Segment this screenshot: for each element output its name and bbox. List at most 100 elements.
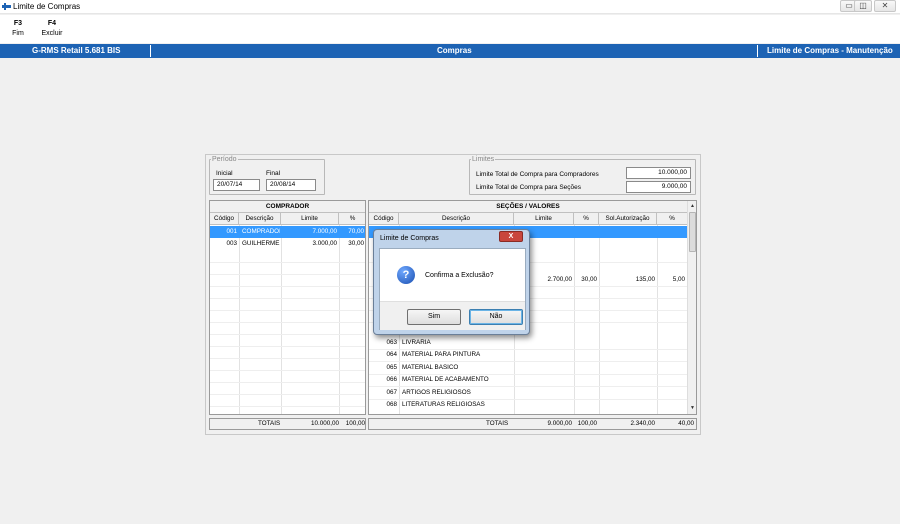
col-codigo[interactable]: Código [369, 213, 399, 225]
fkey-excluir[interactable]: F4 Excluir [38, 20, 66, 37]
col-pct[interactable]: % [339, 213, 365, 225]
totals-limite: 9.000,00 [547, 420, 572, 427]
row-line [210, 322, 365, 323]
banner-divider [757, 45, 758, 57]
col-limite[interactable]: Limite [281, 213, 339, 225]
fkey-label: Excluir [41, 30, 63, 37]
row-line [210, 346, 365, 347]
totals-pct2: 40,00 [678, 420, 694, 427]
question-icon: ? [397, 266, 415, 284]
inicial-label: Inicial [216, 170, 233, 177]
col-pct[interactable]: % [574, 213, 599, 225]
row-line [210, 394, 365, 395]
col-descricao[interactable]: Descrição [239, 213, 281, 225]
col-codigo[interactable]: Código [210, 213, 239, 225]
cell-descricao: COMPRADOR [242, 228, 280, 235]
cell-sol: 135,00 [635, 276, 655, 283]
row-line [210, 298, 365, 299]
limite-secoes-field[interactable]: 9.000,00 [626, 181, 691, 193]
cell-pct: 30,00 [348, 240, 364, 247]
scroll-down-icon[interactable]: ▼ [688, 404, 696, 413]
dialog-body: ? Confirma a Exclusão? Sim Não [379, 248, 526, 330]
final-date-field[interactable]: 20/08/14 [266, 179, 316, 191]
cell-codigo: 063 [386, 339, 397, 346]
grid-line [281, 225, 282, 414]
table-row[interactable]: 063 LIVRARIA [369, 337, 687, 349]
title-bar: Limite de Compras ▭ ◫ ✕ [0, 0, 900, 14]
vertical-scrollbar[interactable]: ▲ ▼ [687, 201, 696, 414]
close-window-button[interactable]: ✕ [874, 0, 896, 12]
cell-codigo: 001 [226, 228, 237, 235]
table-row[interactable]: 067 ARTIGOS RELIGIOSOS [369, 387, 687, 399]
fkey-code: F3 [13, 20, 23, 27]
table-row[interactable]: 001 COMPRADOR 7.000,00 70,00 [210, 226, 365, 238]
row-line [369, 361, 687, 362]
periodo-legend: Período [212, 156, 237, 163]
comprador-grid-title: COMPRADOR [210, 201, 365, 213]
banner-divider [150, 45, 151, 57]
cell-descricao: ARTIGOS RELIGIOSOS [402, 389, 471, 396]
grid-line [239, 225, 240, 414]
row-line [210, 358, 365, 359]
row-line [210, 274, 365, 275]
table-row[interactable]: 064 MATERIAL PARA PINTURA [369, 349, 687, 361]
totals-label: TOTAIS [258, 420, 281, 427]
grid-line [339, 225, 340, 414]
row-line [210, 370, 365, 371]
window-title: Limite de Compras [13, 2, 81, 11]
col-limite[interactable]: Limite [514, 213, 574, 225]
comprador-totals: TOTAIS 10.000,00 100,00 [209, 418, 366, 430]
sim-button[interactable]: Sim [407, 309, 461, 325]
close-icon: X [508, 233, 514, 240]
col-descricao[interactable]: Descrição [399, 213, 514, 225]
minimize-icon: ▭ [845, 1, 853, 10]
table-row[interactable]: 068 LITERATURAS RELIGIOSAS [369, 399, 687, 411]
limite-compradores-field[interactable]: 10.000,00 [626, 167, 691, 179]
totals-sol: 2.340,00 [630, 420, 655, 427]
function-key-bar: F3 Fim F4 Excluir [0, 15, 900, 43]
system-version: G-RMS Retail 5.681 BIS [32, 46, 121, 55]
row-line [210, 262, 365, 263]
screen-name: Limite de Compras - Manutenção [767, 46, 893, 55]
totals-pct: 100,00 [345, 420, 365, 427]
cell-descricao: MATERIAL PARA PINTURA [402, 351, 481, 358]
cell-descricao: MATERIAL DE ACABAMENTO [402, 376, 489, 383]
dialog-title: Limite de Compras [380, 235, 439, 242]
secoes-grid-title: SEÇÕES / VALORES [369, 201, 687, 213]
cell-codigo: 064 [386, 351, 397, 358]
final-label: Final [266, 170, 281, 177]
fkey-code: F4 [47, 20, 57, 27]
cell-codigo: 066 [386, 376, 397, 383]
table-row[interactable]: 065 MATERIAL BASICO [369, 362, 687, 374]
cell-codigo: 065 [386, 364, 397, 371]
table-row[interactable]: 066 MATERIAL DE ACABAMENTO [369, 374, 687, 386]
cell-limite: 3.000,00 [312, 240, 337, 247]
col-pct2[interactable]: % [657, 213, 687, 225]
cell-limite: 7.000,00 [312, 228, 337, 235]
scroll-thumb[interactable] [689, 212, 696, 252]
comprador-grid: COMPRADOR Código Descrição Limite % 001 … [209, 200, 366, 415]
row-line [210, 382, 365, 383]
nao-button[interactable]: Não [469, 309, 523, 325]
cell-codigo: 067 [386, 389, 397, 396]
inicial-date-field[interactable]: 20/07/14 [213, 179, 260, 191]
close-icon: ✕ [881, 1, 889, 10]
fkey-fim[interactable]: F3 Fim [8, 20, 28, 37]
dialog-message: Confirma a Exclusão? [425, 272, 494, 279]
row-line [369, 349, 687, 350]
totals-label: TOTAIS [486, 420, 509, 427]
dialog-footer: Sim Não [380, 301, 525, 330]
scroll-up-icon[interactable]: ▲ [688, 202, 696, 211]
restore-button[interactable]: ◫ [854, 0, 872, 12]
dialog-close-button[interactable]: X [499, 231, 523, 242]
limite-compradores-label: Limite Total de Compra para Compradores [476, 171, 599, 178]
row-line [210, 334, 365, 335]
totals-pct: 100,00 [577, 420, 597, 427]
restore-icon: ◫ [859, 1, 867, 10]
row-line [369, 399, 687, 400]
col-sol-autorizacao[interactable]: Sol.Autorização [599, 213, 657, 225]
fkey-label: Fim [12, 30, 24, 37]
row-line [210, 286, 365, 287]
secoes-totals: TOTAIS 9.000,00 100,00 2.340,00 40,00 [368, 418, 697, 430]
table-row[interactable]: 003 GUILHERME 3.000,00 30,00 [210, 238, 365, 250]
